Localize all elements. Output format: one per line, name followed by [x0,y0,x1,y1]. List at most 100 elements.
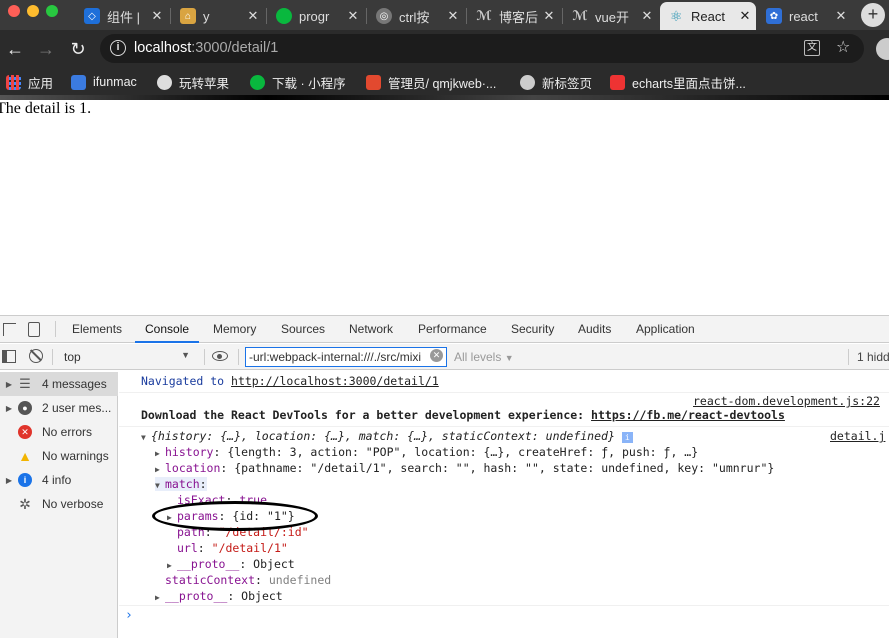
sidebar-item-user-messages[interactable]: ▶ ● 2 user mes... [0,396,118,420]
browser-tab[interactable]: ℳ vue开 ✕ [564,2,658,30]
console-sidebar: ▶ ☰ 4 messages ▶ ● 2 user mes... ✕ No er… [0,372,118,638]
inspect-element-icon[interactable] [3,323,16,336]
tab-sources[interactable]: Sources [281,322,325,336]
expand-arrow-icon[interactable]: ▶ [0,404,18,413]
tree-row-match[interactable]: ▼ match: [155,477,207,491]
bookmark-item[interactable]: ifunmac [71,72,137,92]
sidebar-item-label: 2 user mes... [42,401,112,415]
forward-arrow-icon[interactable]: → [34,37,58,61]
log-levels-dropdown[interactable]: All levels ▼ [454,350,514,364]
tab-network[interactable]: Network [349,322,393,336]
info-icon: i [18,473,32,487]
browser-tab[interactable]: ℳ 博客后 ✕ [468,2,560,30]
tab-title: ctrl按 [399,9,430,25]
browser-tab[interactable]: ◎ ctrl按 ✕ [368,2,464,30]
apps-grid-icon [6,74,21,90]
tree-row-history[interactable]: ▶ history: {length: 3, action: "POP", loc… [155,445,698,459]
minimize-window-button[interactable] [27,5,39,17]
tab-performance[interactable]: Performance [418,322,487,336]
tab-console[interactable]: Console [145,322,189,336]
tab-title: progr [299,8,330,24]
expand-arrow-icon[interactable]: ▼ [141,433,151,442]
bookmark-item[interactable]: 下载 · 小程序 [250,72,346,92]
browser-tab[interactable]: ◇ 组件 | ✕ [76,2,168,30]
devtools-url-link[interactable]: https://fb.me/react-devtools [591,408,785,422]
close-tab-icon[interactable]: ✕ [738,8,752,24]
translate-icon[interactable]: 文 [804,40,820,56]
browser-toolbar: ← → ↻ i localhost:3000/detail/1 文 ☆ [0,30,889,68]
browser-tab[interactable]: ✿ react ✕ [758,2,852,30]
browser-tab[interactable]: ⌂ y ✕ [172,2,264,30]
sidebar-item-errors[interactable]: ✕ No errors [0,420,118,444]
tree-row-proto[interactable]: ▶ __proto__: Object [155,589,283,603]
expand-arrow-icon[interactable]: ▶ [0,476,18,485]
tree-row-staticcontext[interactable]: staticContext: undefined [165,573,331,587]
profile-avatar[interactable] [876,38,889,60]
sidebar-item-label: No errors [42,425,93,439]
navigated-url-link[interactable]: http://localhost:3000/detail/1 [231,374,439,388]
browser-tab-active[interactable]: ⚛ React ✕ [660,2,756,30]
expand-arrow-icon[interactable]: ▶ [0,380,18,389]
tab-elements[interactable]: Elements [72,322,122,336]
tree-row-proto[interactable]: ▶ __proto__: Object [167,557,295,571]
tab-audits[interactable]: Audits [578,322,611,336]
bookmark-item[interactable]: 玩转苹果 [157,72,229,92]
browser-tab[interactable]: progr ✕ [268,2,364,30]
address-bar[interactable]: i localhost:3000/detail/1 文 ☆ [100,34,864,63]
sidebar-toggle-icon[interactable] [2,350,16,363]
info-icon[interactable]: i [110,40,126,56]
bookmark-apps[interactable]: 应用 [6,72,53,92]
props-object-summary[interactable]: ▼ {history: {…}, location: {…}, match: {…… [141,429,633,443]
source-link[interactable]: detail.j [830,429,885,443]
dropdown-arrow-icon: ▼ [181,350,190,360]
close-window-button[interactable] [8,5,20,17]
tab-application[interactable]: Application [636,322,695,336]
device-toolbar-icon[interactable] [28,322,40,337]
new-tab-button[interactable]: + [861,3,885,27]
close-tab-icon[interactable]: ✕ [150,8,164,24]
collapse-arrow-icon[interactable]: ▼ [155,481,165,490]
sidebar-item-verbose[interactable]: ✲ No verbose [0,492,118,516]
bookmark-star-icon[interactable]: ☆ [836,37,850,57]
tree-row-location[interactable]: ▶ location: {pathname: "/detail/1", searc… [155,461,774,475]
tab-favicon-icon: ⌂ [180,8,196,24]
tree-row-url[interactable]: url: "/detail/1" [177,541,288,555]
clear-filter-icon[interactable]: ✕ [430,349,443,362]
bookmark-item[interactable]: 管理员/ qmjkweb·... [366,72,496,92]
clear-console-icon[interactable] [29,349,43,363]
expand-arrow-icon[interactable]: ▶ [155,465,165,474]
url-text[interactable]: localhost:3000/detail/1 [134,40,278,56]
maximize-window-button[interactable] [46,5,58,17]
property-key: location [165,461,221,475]
sidebar-item-info[interactable]: ▶ i 4 info [0,468,118,492]
tab-security[interactable]: Security [511,322,554,336]
expand-arrow-icon[interactable]: ▶ [155,449,165,458]
close-tab-icon[interactable]: ✕ [446,8,460,24]
console-filter-input[interactable]: -url:webpack-internal:///./src/mixi [245,347,447,367]
sidebar-item-label: No warnings [42,449,109,463]
eye-icon[interactable] [212,351,228,361]
sidebar-item-warnings[interactable]: ▲ No warnings [0,444,118,468]
apple-icon [157,74,172,90]
tab-favicon-icon: ◎ [376,8,392,24]
bookmark-item[interactable]: echarts里面点击饼... [610,72,746,92]
bookmark-item[interactable]: 新标签页 [520,72,592,92]
console-prompt-icon[interactable]: › [125,608,133,623]
expand-arrow-icon[interactable]: ▶ [155,593,165,602]
close-tab-icon[interactable]: ✕ [246,8,260,24]
sidebar-item-messages[interactable]: ▶ ☰ 4 messages [0,372,118,396]
property-value: {pathname: "/detail/1", search: "", hash… [234,461,775,475]
tab-memory[interactable]: Memory [213,322,256,336]
react-icon: ⚛ [669,7,683,24]
source-link[interactable]: react-dom.development.js:22 [693,394,880,408]
close-tab-icon[interactable]: ✕ [542,8,556,24]
expand-arrow-icon[interactable]: ▶ [167,561,177,570]
context-selector[interactable]: top ▼ [56,347,196,367]
bookmark-label: 管理员/ qmjkweb·... [388,76,497,91]
close-tab-icon[interactable]: ✕ [640,8,654,24]
tab-favicon-icon [276,8,292,24]
close-tab-icon[interactable]: ✕ [834,8,848,24]
close-tab-icon[interactable]: ✕ [346,8,360,24]
reload-icon[interactable]: ↻ [66,37,90,61]
back-arrow-icon[interactable]: ← [3,37,27,61]
